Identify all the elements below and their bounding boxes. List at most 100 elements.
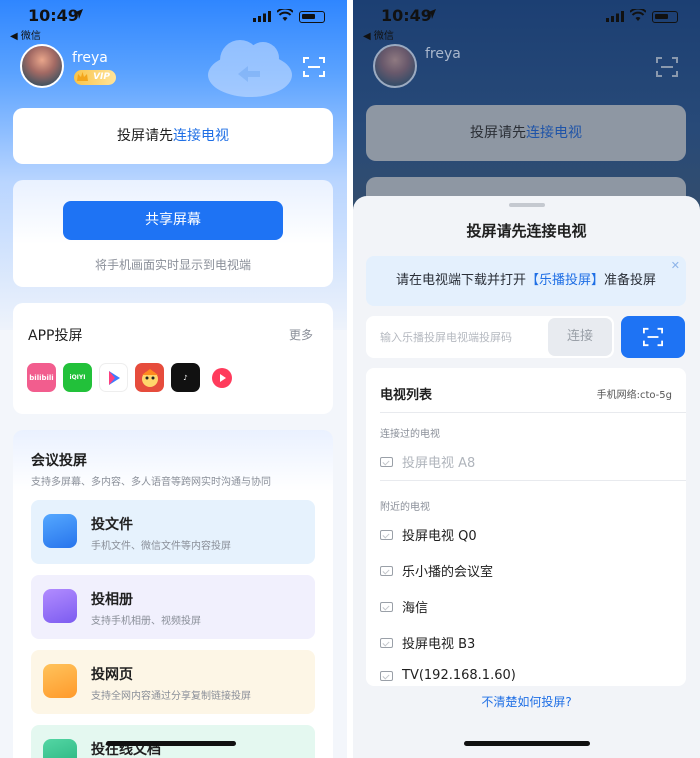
tv-item-label: 乐小播的会议室	[402, 565, 494, 580]
cast-file-item[interactable]: 投文件 手机文件、微信文件等内容投屏	[31, 500, 315, 564]
feature-desc: 手机文件、微信文件等内容投屏	[91, 541, 231, 552]
banner-suffix: 准备投屏	[604, 273, 657, 288]
red-circle-play-icon	[211, 367, 232, 388]
lebo-app-link[interactable]: 【乐播投屏】	[526, 273, 604, 288]
tv-item[interactable]: 投屏电视 A8	[380, 452, 475, 471]
feature-desc: 支持全网内容通过分享复制链接投屏	[91, 691, 251, 702]
manga-app-icon[interactable]	[135, 363, 164, 392]
feature-name: 投相册	[91, 592, 133, 608]
share-screen-card: 共享屏幕 将手机画面实时显示到电视端	[13, 180, 333, 287]
signal-icon	[253, 11, 271, 22]
sheet-grab-handle[interactable]	[509, 203, 545, 207]
home-screen: 10:49 ◀ 微信 freya VIP 投屏请先连接电视 共享屏幕 将手机画面…	[0, 0, 347, 758]
connect-button[interactable]: 连接	[548, 318, 612, 356]
tv-item-label: 投屏电视 B3	[402, 637, 476, 652]
manga-face-icon	[141, 368, 158, 387]
back-to-wechat[interactable]: ◀ 微信	[363, 27, 394, 42]
meeting-title: 会议投屏	[31, 453, 87, 469]
banner-prefix: 请在电视端下载并打开	[395, 273, 526, 288]
cast-webpage-item[interactable]: 投网页 支持全网内容通过分享复制链接投屏	[31, 650, 315, 714]
home-indicator	[106, 741, 236, 746]
tv-item[interactable]: TV(192.168.1.60)	[380, 668, 516, 683]
tv-icon	[380, 456, 393, 467]
battery-icon	[652, 11, 678, 23]
wifi-icon	[277, 9, 293, 21]
youku-icon[interactable]	[99, 363, 128, 392]
signal-icon	[606, 11, 624, 22]
feature-desc: 支持手机相册、视频投屏	[91, 616, 201, 627]
photo-album-icon	[43, 589, 77, 623]
folder-icon	[43, 514, 77, 548]
tv-icon	[380, 601, 393, 612]
tv-item-label: 投屏电视 A8	[402, 456, 476, 471]
share-screen-button[interactable]: 共享屏幕	[63, 201, 283, 240]
connect-tv-sheet-screen: 10:49 ◀ 微信 freya 投屏请先连接电视 投屏请先连接电视 请在电视端…	[353, 0, 700, 758]
youku-play-icon	[108, 370, 120, 385]
tv-item-label: TV(192.168.1.60)	[402, 668, 516, 683]
tv-item[interactable]: 海信	[380, 597, 428, 616]
cast-code-field: 连接	[366, 316, 614, 358]
meeting-cast-card: 会议投屏 支持多屏幕、多内容、多人语音等跨网实时沟通与协同 投文件 手机文件、微…	[13, 430, 333, 758]
meeting-subtitle: 支持多屏幕、多内容、多人语音等跨网实时沟通与协同	[31, 477, 271, 488]
user-name: freya	[425, 46, 461, 62]
tiktok-icon[interactable]: ♪	[171, 363, 200, 392]
user-name: freya	[72, 50, 108, 66]
nearby-tv-header: 附近的电视	[380, 502, 430, 513]
tip-prefix: 投屏请先	[470, 125, 526, 141]
tv-item[interactable]: 投屏电视 Q0	[380, 525, 477, 544]
scan-icon	[643, 327, 663, 347]
tv-icon	[380, 670, 393, 681]
avatar[interactable]	[20, 44, 64, 88]
tv-list-title: 电视列表	[380, 388, 433, 403]
iqiyi-icon[interactable]: iQIYI	[63, 363, 92, 392]
tv-item-label: 海信	[402, 601, 429, 616]
how-to-cast-link[interactable]: 不清楚如何投屏?	[353, 693, 700, 710]
sheet-title: 投屏请先连接电视	[466, 222, 587, 240]
cloud-illustration-icon	[208, 40, 292, 97]
app-cast-more-link[interactable]: 更多	[289, 326, 313, 343]
download-app-banner: 请在电视端下载并打开【乐播投屏】准备投屏 ✕	[366, 256, 686, 306]
connected-tv-header: 连接过的电视	[380, 429, 440, 440]
tv-icon	[380, 565, 393, 576]
app-cast-title: APP投屏	[28, 328, 83, 344]
connect-tv-tip-card: 投屏请先连接电视	[366, 105, 686, 161]
tv-list-panel: 电视列表 手机网络:cto-5g 连接过的电视 投屏电视 A8 附近的电视 投屏…	[366, 368, 686, 686]
app-icon-row: bilibili iQIYI ♪	[27, 363, 236, 392]
tv-icon	[380, 637, 393, 648]
scan-icon	[656, 57, 678, 77]
app-cast-card: APP投屏 更多 bilibili iQIYI ♪	[13, 303, 333, 414]
red-play-icon[interactable]	[207, 363, 236, 392]
connect-tv-link: 连接电视	[526, 125, 582, 141]
back-to-wechat[interactable]: ◀ 微信	[10, 27, 41, 42]
feature-name: 投网页	[91, 667, 133, 683]
share-screen-desc: 将手机画面实时显示到电视端	[94, 258, 251, 272]
scan-qr-button[interactable]	[621, 316, 685, 358]
cast-album-item[interactable]: 投相册 支持手机相册、视频投屏	[31, 575, 315, 639]
divider	[380, 480, 686, 481]
vip-badge: VIP	[74, 70, 116, 85]
location-arrow-icon	[426, 9, 436, 19]
avatar	[373, 44, 417, 88]
tv-icon	[380, 529, 393, 540]
status-bar: 10:49 ◀ 微信	[353, 0, 700, 42]
tip-prefix: 投屏请先	[117, 128, 173, 144]
tv-item[interactable]: 乐小播的会议室	[380, 561, 493, 580]
feature-name: 投文件	[91, 517, 133, 533]
tv-item[interactable]: 投屏电视 B3	[380, 633, 475, 652]
scan-icon[interactable]	[303, 56, 325, 78]
wifi-icon	[630, 9, 646, 21]
location-arrow-icon	[73, 9, 83, 19]
vip-label: VIP	[93, 72, 110, 82]
connect-tv-tip-card[interactable]: 投屏请先连接电视	[13, 108, 333, 164]
link-icon	[43, 664, 77, 698]
crown-icon	[77, 72, 88, 81]
close-icon[interactable]: ✕	[671, 260, 680, 271]
cast-code-input[interactable]	[366, 316, 546, 358]
divider	[380, 412, 686, 413]
connect-tv-link[interactable]: 连接电视	[173, 128, 229, 144]
connect-tv-bottom-sheet: 投屏请先连接电视 请在电视端下载并打开【乐播投屏】准备投屏 ✕ 连接 电视列表 …	[353, 196, 700, 758]
home-indicator	[464, 741, 590, 746]
document-icon	[43, 739, 77, 758]
bilibili-icon[interactable]: bilibili	[27, 363, 56, 392]
tv-item-label: 投屏电视 Q0	[402, 529, 477, 544]
